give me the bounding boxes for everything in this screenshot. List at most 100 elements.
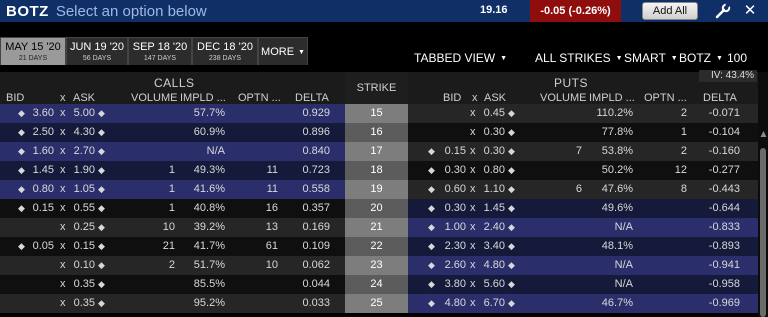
call-bid[interactable]: 1.60 [24, 142, 54, 161]
call-ask[interactable]: 4.30 [65, 123, 95, 142]
put-open-interest [645, 218, 687, 237]
call-bid[interactable]: 1.45 [24, 161, 54, 180]
call-ask[interactable]: 0.15 [65, 237, 95, 256]
put-ask[interactable]: 5.60 [475, 275, 505, 294]
multiplier-value[interactable]: 100 [727, 51, 747, 65]
col-header-call-optn[interactable]: OPTN ... [238, 92, 281, 104]
put-ask[interactable]: 1.45 [475, 199, 505, 218]
table-row[interactable]: ◆ 1.45 x 1.90 ◆ 1 49.3% 11 0.723 18 ◆ 0.30 x 0.80 ◆ 50.… [0, 161, 758, 180]
put-bid[interactable] [436, 104, 466, 123]
diamond-icon: ◆ [428, 146, 435, 156]
col-header-call-ask[interactable]: ASK [73, 92, 95, 104]
underlying-selector[interactable]: BOTZ ▼ [679, 51, 723, 65]
strike-value: 22 [370, 240, 383, 252]
put-ask[interactable]: 0.45 [475, 104, 505, 123]
table-row[interactable]: x 0.35 ◆ 95.2% 0.033 25 ◆ 4.80 x 6.70 ◆ 46.7% -0.969 [0, 294, 758, 313]
table-row[interactable]: ◆ 1.60 x 2.70 ◆ N/A 0.840 17 ◆ 0.15 x 0.30 ◆ 7 53.8% 2-… [0, 142, 758, 161]
call-bid[interactable] [24, 218, 54, 237]
put-bid[interactable]: 0.15 [436, 142, 466, 161]
put-delta: -0.893 [708, 240, 740, 252]
col-header-put-volume[interactable]: VOLUME [540, 92, 586, 104]
call-bid[interactable]: 2.50 [24, 123, 54, 142]
scrollbar-thumb[interactable] [760, 148, 766, 317]
call-bid[interactable]: 0.15 [24, 199, 54, 218]
put-ask[interactable]: 1.10 [475, 180, 505, 199]
call-ask[interactable]: 1.05 [65, 180, 95, 199]
put-implied-vol: N/A [614, 259, 633, 271]
table-row[interactable]: x 0.25 ◆ 10 39.2% 13 0.169 21 ◆ 1.00 x 2.40 ◆ N/A -0.8… [0, 218, 758, 237]
col-header-call-impld[interactable]: IMPLD ... [180, 92, 226, 104]
call-bid[interactable] [24, 294, 54, 313]
call-volume [140, 123, 175, 142]
call-implied-vol: 95.2% [193, 297, 225, 309]
table-row[interactable]: ◆ 2.50 x 4.30 ◆ 60.9% 0.896 16 x 0.30 ◆ 77.8% 1 -0.10… [0, 123, 758, 142]
tab-expiry-label: JUN 19 '20 [69, 41, 125, 53]
table-row[interactable]: ◆ 0.15 x 0.55 ◆ 1 40.8% 16 0.357 20 ◆ 0.30 x 1.45 ◆ 49.… [0, 199, 758, 218]
close-icon[interactable]: ✕ [740, 1, 760, 21]
col-header-call-delta[interactable]: DELTA [295, 92, 329, 104]
call-bid[interactable] [24, 275, 54, 294]
call-ask[interactable]: 0.25 [65, 218, 95, 237]
call-ask[interactable]: 5.00 [65, 104, 95, 123]
strikes-selector[interactable]: ALL STRIKES ▼ [535, 51, 623, 65]
put-ask[interactable]: 0.30 [475, 142, 505, 161]
call-ask[interactable]: 1.90 [65, 161, 95, 180]
table-row[interactable]: ◆ 0.80 x 1.05 ◆ 1 41.6% 11 0.558 19 ◆ 0.60 x 1.10 ◆ 6 47… [0, 180, 758, 199]
call-ask[interactable]: 0.10 [65, 256, 95, 275]
table-row[interactable]: ◆ 3.60 x 5.00 ◆ 57.7% 0.929 15 x 0.45 ◆ 110.2% 2 -0.0… [0, 104, 758, 123]
put-bid[interactable]: 1.00 [436, 218, 466, 237]
diamond-icon: ◆ [428, 184, 435, 194]
underlying-symbol[interactable]: BOTZ [6, 3, 49, 20]
put-ask[interactable]: 6.70 [475, 294, 505, 313]
col-header-call-bid[interactable]: BID [6, 92, 24, 104]
col-header-put-bid[interactable]: BID [443, 92, 461, 104]
table-row[interactable]: x 0.35 ◆ 85.5% 0.044 24 ◆ 3.80 x 5.60 ◆ N/A -0.958 [0, 275, 758, 294]
put-ask[interactable]: 0.80 [475, 161, 505, 180]
call-bid[interactable]: 0.80 [24, 180, 54, 199]
call-delta: 0.033 [302, 297, 330, 309]
col-header-call-volume[interactable]: VOLUME [131, 92, 177, 104]
tab-expiry-3[interactable]: DEC 18 '20 238 DAYS [192, 37, 258, 65]
put-ask[interactable]: 0.30 [475, 123, 505, 142]
call-ask[interactable]: 0.55 [65, 199, 95, 218]
call-bid[interactable] [24, 256, 54, 275]
col-header-put-optn[interactable]: OPTN ... [644, 92, 687, 104]
col-header-put-ask[interactable]: ASK [484, 92, 506, 104]
call-ask[interactable]: 0.35 [65, 294, 95, 313]
call-ask[interactable]: 2.70 [65, 142, 95, 161]
wrench-icon[interactable] [714, 2, 732, 20]
table-row[interactable]: ◆ 0.05 x 0.15 ◆ 21 41.7% 61 0.109 22 ◆ 2.30 x 3.40 ◆ 48… [0, 237, 758, 256]
diamond-icon: ◆ [98, 260, 105, 270]
put-bid[interactable]: 2.30 [436, 237, 466, 256]
exchange-selector[interactable]: SMART ▼ [624, 51, 678, 65]
view-selector[interactable]: TABBED VIEW ▼ [414, 51, 507, 65]
put-bid[interactable]: 3.80 [436, 275, 466, 294]
scroll-up-arrow-icon[interactable] [760, 130, 767, 138]
call-delta: 0.169 [302, 221, 330, 233]
put-bid[interactable]: 0.30 [436, 199, 466, 218]
col-header-put-impld[interactable]: IMPLD ... [589, 92, 635, 104]
put-volume [540, 161, 582, 180]
put-bid[interactable]: 0.60 [436, 180, 466, 199]
call-bid[interactable]: 0.05 [24, 237, 54, 256]
tab-expiry-1[interactable]: JUN 19 '20 56 DAYS [66, 37, 128, 65]
tab-expiry-0[interactable]: MAY 15 '20 21 DAYS [0, 37, 66, 65]
call-open-interest: 13 [265, 221, 278, 233]
put-ask[interactable]: 2.40 [475, 218, 505, 237]
table-row[interactable]: x 0.10 ◆ 2 51.7% 10 0.062 23 ◆ 2.60 x 4.80 ◆ N/A -0.94… [0, 256, 758, 275]
put-bid[interactable]: 0.30 [436, 161, 466, 180]
put-ask[interactable]: 4.80 [475, 256, 505, 275]
call-ask[interactable]: 0.35 [65, 275, 95, 294]
tab-more[interactable]: MORE ▼ [258, 37, 308, 65]
strikes-selector-label: ALL STRIKES [535, 51, 611, 65]
put-bid[interactable] [436, 123, 466, 142]
put-bid[interactable]: 4.80 [436, 294, 466, 313]
put-bid[interactable]: 2.60 [436, 256, 466, 275]
col-header-put-delta[interactable]: DELTA [703, 92, 737, 104]
add-all-button[interactable]: Add All [642, 2, 698, 20]
exchange-selector-label: SMART [624, 51, 666, 65]
strike-value: 25 [370, 297, 383, 309]
put-ask[interactable]: 3.40 [475, 237, 505, 256]
tab-expiry-2[interactable]: SEP 18 '20 147 DAYS [128, 37, 192, 65]
call-bid[interactable]: 3.60 [24, 104, 54, 123]
